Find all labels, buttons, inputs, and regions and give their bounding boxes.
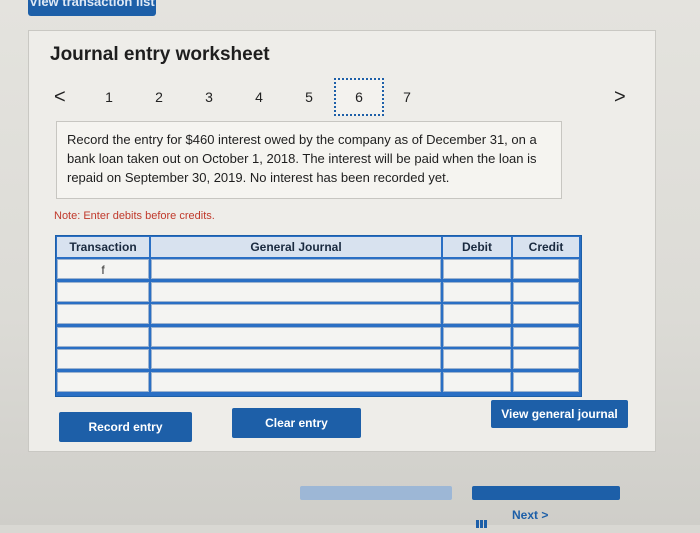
next-button[interactable]: Next > [512,508,548,522]
debit-input[interactable] [443,349,511,369]
grid-icon[interactable] [476,515,490,528]
debit-input[interactable] [443,326,511,347]
header-general-journal: General Journal [151,237,441,257]
view-transaction-list-tab[interactable]: View transaction list [28,0,156,16]
step-7[interactable]: 7 [394,84,420,110]
view-general-journal-button[interactable]: View general journal [491,400,628,428]
step-6-active[interactable]: 6 [334,78,384,116]
question-text: Record the entry for $460 interest owed … [56,121,562,199]
debit-input[interactable] [443,259,511,279]
credit-input[interactable] [513,349,579,369]
credit-input[interactable] [513,304,579,324]
account-input[interactable] [151,326,441,347]
transaction-cell[interactable] [57,349,149,369]
credit-input[interactable] [513,281,579,302]
header-credit: Credit [513,237,579,257]
transaction-cell[interactable] [57,281,149,302]
credit-input[interactable] [513,371,579,392]
credit-input[interactable] [513,326,579,347]
prev-page-bar[interactable] [300,486,452,500]
debit-input[interactable] [443,281,511,302]
transaction-cell[interactable] [57,304,149,324]
transaction-cell[interactable] [57,371,149,392]
step-1[interactable]: 1 [96,84,122,110]
credit-input[interactable] [513,259,579,279]
clear-entry-button[interactable]: Clear entry [232,408,361,438]
transaction-cell[interactable]: f [57,259,149,279]
prev-step-icon[interactable]: < [54,86,66,109]
debit-input[interactable] [443,304,511,324]
step-4[interactable]: 4 [246,84,272,110]
header-debit: Debit [443,237,511,257]
note-text: Note: Enter debits before credits. [54,210,215,222]
step-3[interactable]: 3 [196,84,222,110]
next-chevron-icon: > [541,508,549,522]
step-2[interactable]: 2 [146,84,172,110]
debit-input[interactable] [443,371,511,392]
account-input[interactable] [151,304,441,324]
page-title: Journal entry worksheet [50,44,270,65]
account-input[interactable] [151,259,441,279]
account-input[interactable] [151,281,441,302]
screen: View transaction list Journal entry work… [0,0,700,528]
next-label: Next [512,508,539,522]
step-5[interactable]: 5 [296,84,322,110]
account-input[interactable] [151,371,441,392]
next-step-icon[interactable]: > [614,86,626,109]
next-page-bar[interactable] [472,486,620,500]
journal-table: Transaction General Journal Debit Credit… [55,235,582,397]
record-entry-button[interactable]: Record entry [59,412,192,442]
header-transaction: Transaction [57,237,149,257]
transaction-cell[interactable] [57,326,149,347]
account-input[interactable] [151,349,441,369]
